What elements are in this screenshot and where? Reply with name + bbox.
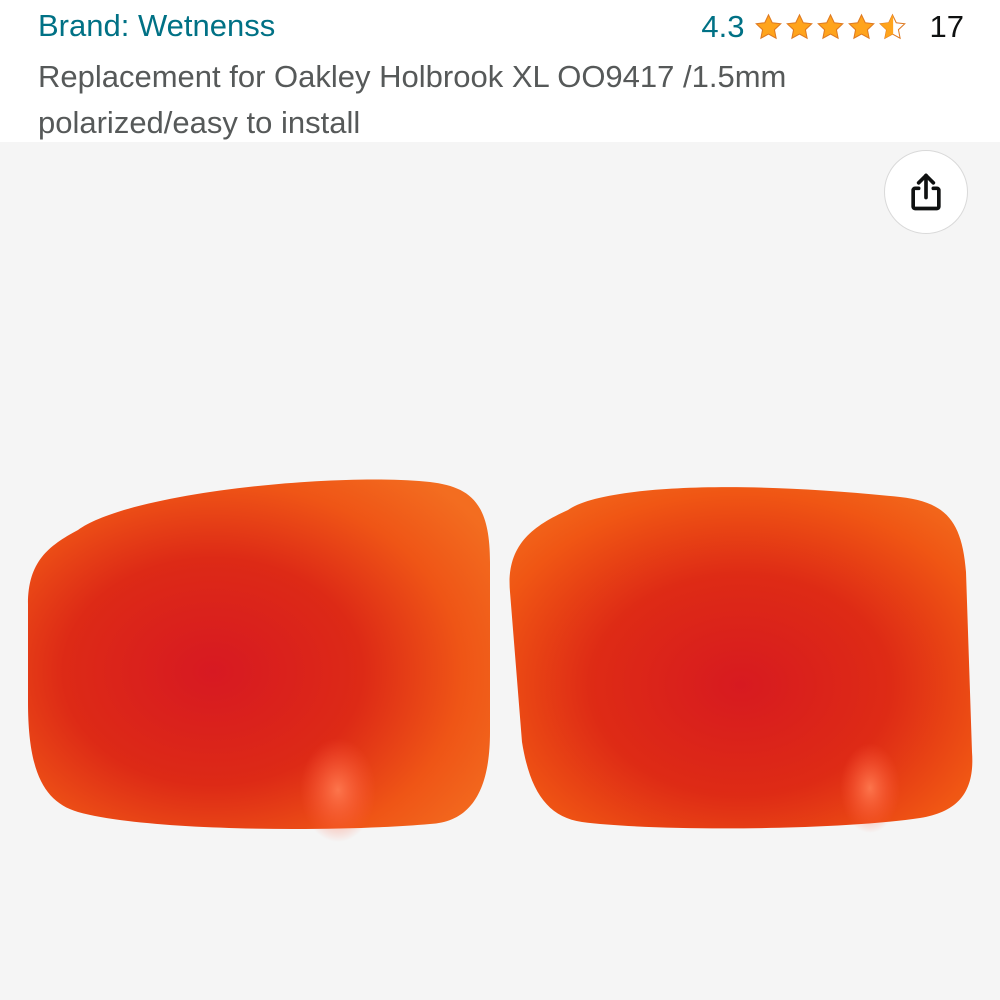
half-star-icon (878, 13, 906, 39)
left-lens (28, 479, 490, 829)
rating-count: 17 (929, 9, 964, 44)
product-header: Brand: Wetnenss 4.3 17 Replacement for O… (0, 0, 1000, 142)
lens-product-image (28, 479, 973, 842)
star-icon (847, 13, 875, 39)
rating-summary[interactable]: 4.3 17 (701, 8, 964, 46)
star-rating (753, 12, 908, 43)
share-button[interactable] (884, 150, 968, 234)
star-icon (785, 13, 813, 39)
right-lens (509, 487, 973, 829)
star-icon (816, 13, 844, 39)
brand-link[interactable]: Brand: Wetnenss (38, 8, 275, 44)
share-icon (911, 173, 941, 211)
star-icon (754, 13, 782, 39)
product-image-gallery[interactable] (0, 142, 1000, 1000)
product-title: Replacement for Oakley Holbrook XL OO941… (38, 59, 787, 140)
rating-value: 4.3 (701, 9, 745, 44)
